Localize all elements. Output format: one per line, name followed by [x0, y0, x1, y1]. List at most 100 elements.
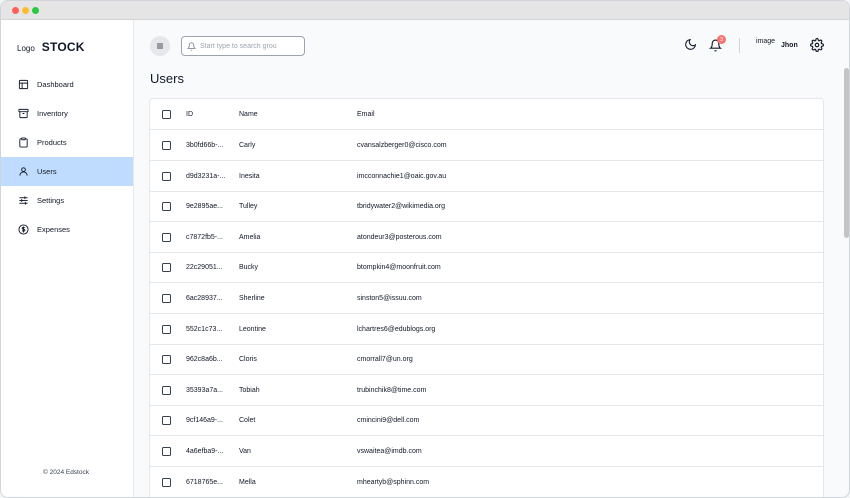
scrollbar-thumb[interactable] [844, 68, 849, 238]
table-row[interactable]: 6718765e... Mella mheartyb@sphinn.com [150, 467, 823, 497]
table-row[interactable]: 9cf146a9-... Colet cmincini9@dell.com [150, 405, 823, 437]
page-title: Users [150, 71, 184, 86]
sidebar-item-dashboard[interactable]: Dashboard [1, 70, 133, 99]
copyright-text: © 2024 Edstock [43, 469, 89, 476]
cell-name: Inesita [239, 172, 260, 180]
table-row[interactable]: d9d3231a-... Inesita imcconnachie1@oaic.go… [150, 161, 823, 192]
cell-name: Cloris [239, 356, 257, 364]
avatar[interactable]: image [756, 38, 775, 45]
table-row[interactable]: 4a6efba9-... Van vswaitea@imdb.com [150, 436, 823, 467]
sidebar-item-products[interactable]: Products [1, 128, 133, 157]
header-divider [739, 38, 740, 53]
cell-email: imcconnachie1@oaic.gov.au [357, 172, 447, 180]
row-checkbox[interactable] [162, 416, 171, 426]
sidebar-item-label: Settings [37, 196, 65, 205]
menu-icon [157, 43, 163, 49]
cell-id: 9cf146a9-... [186, 417, 223, 425]
sidebar-item-users[interactable]: Users [1, 157, 133, 186]
cell-name: Carly [239, 142, 256, 149]
cell-id: d9d3231a-... [186, 172, 226, 180]
table-row[interactable]: c7872fb5-... Amelia atondeur3@posterous.co… [150, 222, 823, 253]
row-checkbox[interactable] [162, 447, 171, 456]
row-checkbox[interactable] [162, 294, 171, 303]
cell-name: Tulley [239, 203, 258, 211]
cell-name: Sherline [239, 295, 265, 302]
users-table: ID Name Email 3b0fd66b-... Carly cvansalzb… [149, 98, 824, 497]
search-box[interactable] [181, 36, 305, 56]
sidebar-item-label: Users [37, 167, 57, 176]
table-row[interactable]: 552c1c73... Leontine lchartres6@edublogs.o… [150, 314, 823, 345]
close-window-button[interactable] [12, 7, 19, 14]
clipboard-icon [19, 137, 28, 148]
cell-name: Amelia [239, 233, 261, 241]
row-checkbox[interactable] [162, 385, 171, 395]
cell-id: 6718765e... [186, 478, 223, 486]
page-scrollbar[interactable] [844, 68, 849, 497]
table-row[interactable]: 3b0fd66b-... Carly cvansalzberger0@cisco.c… [150, 130, 823, 161]
cell-id: c7872fb5-... [186, 233, 223, 241]
table-row[interactable]: 9e2895ae... Tulley tbridywater2@wikimedia.… [150, 191, 823, 223]
row-checkbox[interactable] [162, 141, 171, 150]
brand[interactable]: Logo STOCK [17, 40, 85, 54]
cell-name: Bucky [239, 264, 259, 272]
brand-name: STOCK [41, 40, 85, 54]
row-checkbox[interactable] [162, 171, 171, 181]
gear-icon[interactable] [810, 38, 824, 52]
cell-email: cmorrall7@un.org [357, 356, 413, 364]
cell-id: 9e2895ae... [186, 203, 223, 211]
row-checkbox[interactable] [162, 324, 171, 334]
cell-email: vswaitea@imdb.com [357, 448, 422, 455]
cell-name: Colet [239, 417, 256, 425]
dark-mode-toggle-icon[interactable] [684, 38, 697, 51]
cell-email: tbridywater2@wikimedia.org [357, 203, 446, 211]
sidebar-item-settings[interactable]: Settings [1, 186, 133, 215]
cell-id: 552c1c73... [186, 325, 223, 333]
sidebar-nav: Dashboard Inventory Products Users Setti… [1, 70, 133, 244]
cell-id: 22c29051... [186, 264, 223, 272]
column-header-id[interactable]: ID [186, 111, 193, 118]
cell-id: 3b0fd66b-... [186, 142, 224, 149]
row-checkbox[interactable] [162, 232, 171, 242]
bell-icon [187, 41, 196, 51]
cell-email: btompkin4@moonfruit.com [357, 264, 441, 272]
menu-toggle-button[interactable] [150, 36, 170, 56]
row-checkbox[interactable] [162, 477, 171, 487]
archive-icon [18, 108, 29, 119]
cell-id: 4a6efba9-... [186, 448, 224, 455]
cell-id: 6ac28937... [186, 295, 223, 302]
row-checkbox[interactable] [162, 263, 171, 273]
cell-id: 35393a7a... [186, 386, 223, 394]
layout-icon [18, 79, 29, 90]
sidebar-item-expenses[interactable]: Expenses [1, 215, 133, 244]
cell-name: Tobiah [239, 386, 260, 394]
user-name[interactable]: Jhon [781, 42, 798, 49]
minimize-window-button[interactable] [22, 7, 29, 14]
sidebar: Logo STOCK Dashboard Inventory Products … [1, 20, 134, 497]
sidebar-item-inventory[interactable]: Inventory [1, 99, 133, 128]
table-row[interactable]: 962c8a6b... Cloris cmorrall7@un.org [150, 344, 823, 376]
table-row[interactable]: 35393a7a... Tobiah trubinchik8@time.com [150, 375, 823, 406]
table-row[interactable]: 22c29051... Bucky btompkin4@moonfruit.com [150, 252, 823, 284]
cell-email: atondeur3@posterous.com [357, 233, 442, 241]
user-icon [19, 167, 28, 176]
notification-badge: 3 [717, 35, 726, 44]
top-bar: 3 image Jhon [134, 20, 849, 68]
maximize-window-button[interactable] [32, 7, 39, 14]
select-all-checkbox[interactable] [162, 110, 171, 119]
cell-email: trubinchik8@time.com [357, 386, 427, 394]
table-row[interactable]: 6ac28937... Sherline sinston5@issuu.com [150, 283, 823, 314]
cell-email: cvansalzberger0@cisco.com [357, 142, 447, 149]
search-input[interactable] [200, 42, 300, 50]
row-checkbox[interactable] [162, 202, 171, 212]
dollar-circle-icon [18, 224, 29, 235]
row-checkbox[interactable] [162, 355, 171, 365]
cell-email: sinston5@issuu.com [357, 295, 422, 302]
column-header-name[interactable]: Name [239, 111, 258, 118]
sidebar-item-label: Products [37, 138, 67, 147]
sidebar-item-label: Expenses [37, 225, 70, 234]
notifications-button[interactable]: 3 [708, 35, 726, 53]
cell-name: Mella [239, 478, 256, 486]
cell-name: Leontine [239, 325, 266, 333]
column-header-email[interactable]: Email [357, 111, 375, 118]
brand-logo: Logo [17, 44, 35, 53]
